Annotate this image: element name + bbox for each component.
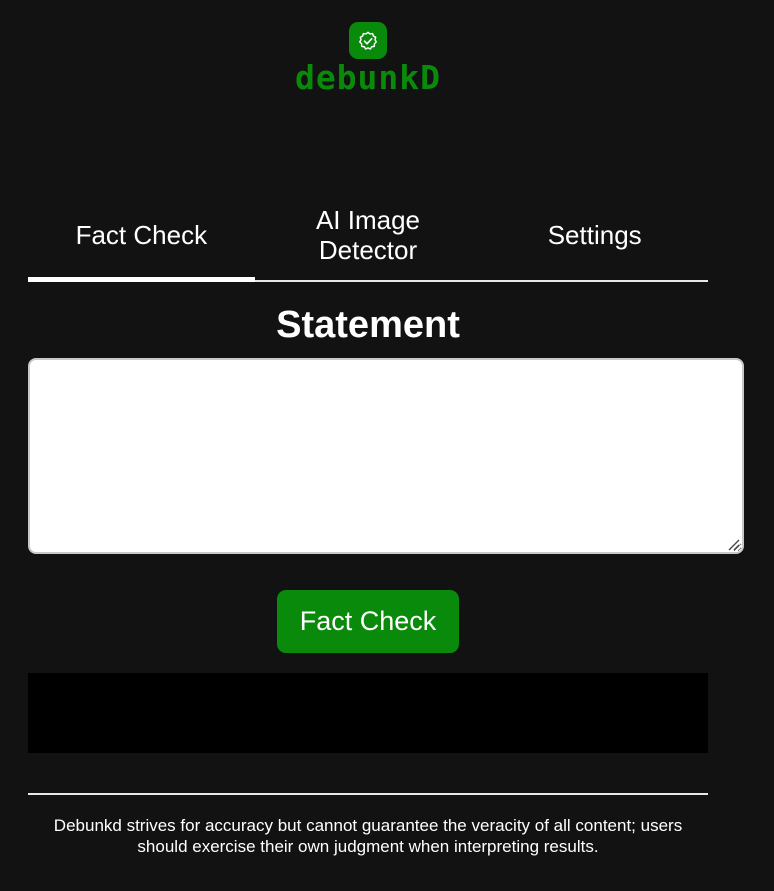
footer-divider [28, 793, 708, 795]
statement-input[interactable] [28, 358, 744, 554]
extension-popup: debunkD Fact Check AI Image Detector Set… [0, 0, 774, 891]
disclaimer-text: Debunkd strives for accuracy but cannot … [53, 816, 683, 856]
tab-bar: Fact Check AI Image Detector Settings [28, 190, 708, 282]
fact-check-button[interactable]: Fact Check [277, 590, 459, 653]
tab-ai-image-detector-label: AI Image Detector [315, 205, 421, 265]
logo-badge [349, 22, 387, 59]
brand-logo-text: debunkD [294, 58, 442, 97]
result-panel [28, 673, 708, 753]
tab-fact-check-label: Fact Check [75, 220, 208, 250]
tab-fact-check[interactable]: Fact Check [28, 190, 255, 282]
verified-check-icon [359, 31, 377, 50]
tab-settings-label: Settings [547, 220, 642, 250]
statement-heading: Statement [276, 304, 460, 346]
tab-settings[interactable]: Settings [481, 190, 708, 280]
tab-ai-image-detector[interactable]: AI Image Detector [255, 190, 482, 280]
